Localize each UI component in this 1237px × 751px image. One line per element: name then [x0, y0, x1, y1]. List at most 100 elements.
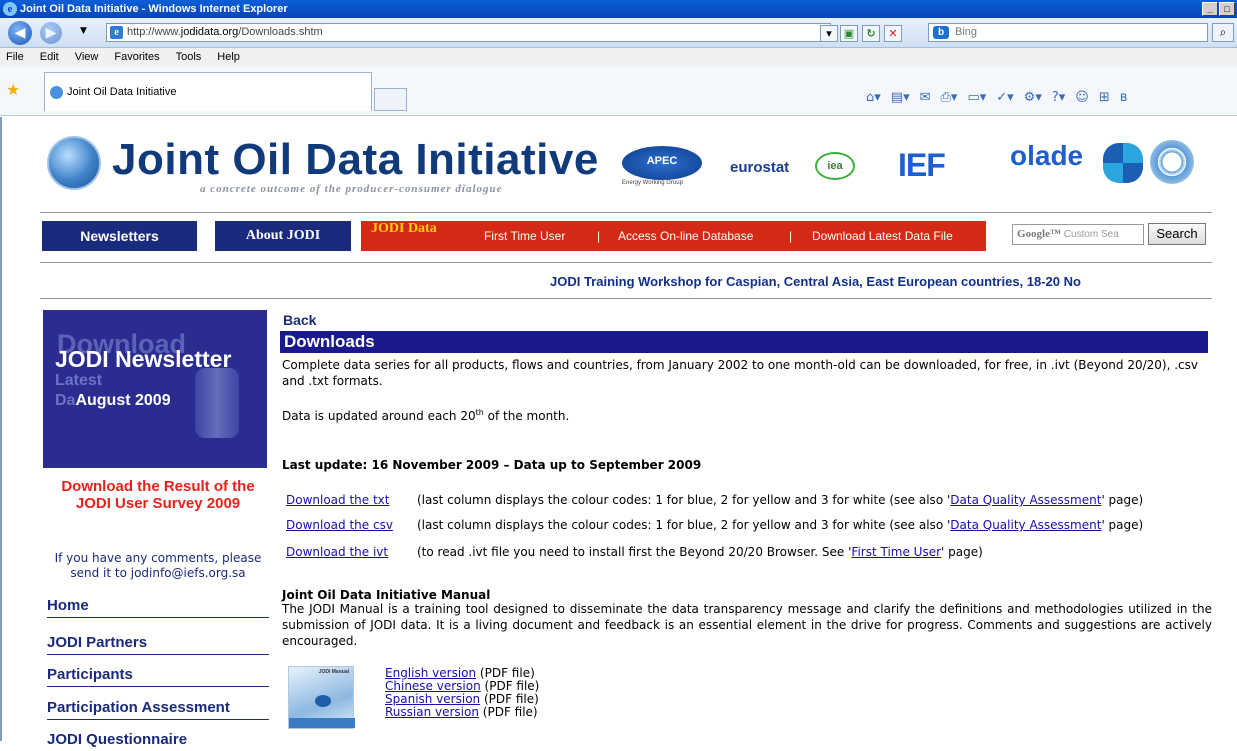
oil-barrel-icon	[195, 368, 239, 438]
new-tab-button[interactable]	[374, 88, 407, 111]
mail-icon[interactable]: ✉	[920, 90, 931, 105]
site-search-input[interactable]: Google™ Custom Sea	[1012, 224, 1144, 245]
forward-arrow-icon[interactable]: ▶	[40, 22, 62, 44]
favorites-star-icon[interactable]: ★	[6, 80, 20, 99]
manual-chinese-link[interactable]: Chinese version	[385, 679, 481, 693]
site-search-button[interactable]: Search	[1148, 223, 1206, 245]
nav-first-time-user[interactable]: First Time User	[484, 221, 565, 251]
menu-file[interactable]: File	[6, 48, 24, 66]
download-ivt-link[interactable]: Download the ivt	[286, 545, 388, 559]
address-input[interactable]: e http://www.jodidata.org/Downloads.shtm	[106, 23, 831, 42]
intro-text: Complete data series for all products, f…	[282, 358, 1199, 388]
olade-logo[interactable]: olade	[1010, 140, 1083, 172]
apec-logo[interactable]: APEC	[622, 146, 702, 180]
manual-description: The JODI Manual is a training tool desig…	[282, 602, 1212, 648]
back-arrow-icon[interactable]: ◀	[8, 21, 32, 45]
address-dropdown-icon[interactable]: ▾	[820, 25, 838, 42]
download-description: (to read .ivt file you need to install f…	[417, 545, 983, 559]
command-bar: ⌂▾ ▤▾ ✉ ⎙▾ ▭▾ ✓▾ ⚙▾ ?▾ ☺ ⊞ ʙ	[866, 90, 1127, 105]
history-dropdown-icon[interactable]: ▼	[80, 26, 87, 36]
data-quality-link[interactable]: Data Quality Assessment	[950, 493, 1101, 507]
sidebar-item-participation-assessment[interactable]: Participation Assessment	[47, 699, 269, 720]
nav-divider	[40, 262, 1212, 263]
research-icon[interactable]: ⊞	[1099, 90, 1110, 105]
nav-about-jodi[interactable]: About JODI	[215, 221, 351, 251]
window-controls: _ □	[1202, 2, 1235, 16]
first-time-user-link[interactable]: First Time User	[851, 545, 941, 559]
newsletter-banner[interactable]: Download JODI Newsletter Latest DaAugust…	[43, 310, 267, 468]
iea-logo[interactable]: iea	[815, 152, 855, 180]
tab-current[interactable]: Joint Oil Data Initiative	[44, 72, 372, 111]
site-logo[interactable]: Joint Oil Data Initiative	[112, 135, 599, 185]
news-ticker[interactable]: JODI Training Workshop for Caspian, Cent…	[550, 274, 1081, 289]
sidebar-item-participants[interactable]: Participants	[47, 666, 269, 687]
menu-view[interactable]: View	[75, 48, 99, 66]
un-logo-icon[interactable]	[1150, 140, 1194, 184]
menu-edit[interactable]: Edit	[40, 48, 59, 66]
update-frequency-text: Data is updated around each 20th of the …	[282, 408, 570, 424]
survey-result-link[interactable]: Download the Result of the JODI User Sur…	[48, 478, 268, 512]
nav-jodi-data-label[interactable]: JODI Data	[371, 221, 437, 237]
google-logo: Google™	[1017, 228, 1061, 240]
download-description: (last column displays the colour codes: …	[417, 518, 1144, 532]
menu-bar: File Edit View Favorites Tools Help	[0, 48, 1237, 66]
window-title: Joint Oil Data Initiative - Windows Inte…	[20, 3, 288, 15]
banner-subtitle: Latest	[55, 372, 103, 389]
opec-logo-icon[interactable]	[1103, 143, 1143, 183]
help-icon[interactable]: ?▾	[1052, 90, 1065, 105]
sidebar-item-questionnaire[interactable]: JODI Questionnaire	[47, 731, 269, 751]
apec-subtitle: Energy Working Group	[622, 180, 683, 186]
list-item: Russian version (PDF file)	[385, 705, 538, 719]
menu-tools[interactable]: Tools	[176, 48, 202, 66]
eurostat-logo[interactable]: eurostat	[730, 159, 789, 176]
search-input[interactable]: b Bing	[928, 23, 1208, 42]
data-quality-link[interactable]: Data Quality Assessment	[950, 518, 1101, 532]
minimize-button[interactable]: _	[1202, 2, 1218, 16]
manual-english-link[interactable]: English version	[385, 666, 476, 680]
sidebar-item-home[interactable]: Home	[47, 597, 269, 618]
ticker-divider	[40, 298, 1212, 299]
compatibility-view-icon[interactable]: ▣	[840, 25, 858, 42]
nav-separator: |	[597, 229, 601, 243]
nav-jodi-data: JODI Data First Time User | Access On-li…	[361, 221, 986, 251]
download-description: (last column displays the colour codes: …	[417, 493, 1144, 507]
manual-cover-strip	[289, 718, 355, 728]
maximize-button[interactable]: □	[1219, 2, 1235, 16]
refresh-icon[interactable]: ↻	[862, 25, 880, 42]
manual-spanish-link[interactable]: Spanish version	[385, 692, 480, 706]
print-icon[interactable]: ⎙▾	[941, 90, 958, 105]
feeds-icon[interactable]: ▤▾	[891, 90, 910, 105]
menu-favorites[interactable]: Favorites	[114, 48, 159, 66]
bing-icon: b	[933, 26, 949, 39]
download-row: Download the csv (last column displays t…	[286, 518, 1143, 532]
manual-cover-image[interactable]: JODI Manual	[288, 666, 355, 729]
stop-icon[interactable]: ✕	[884, 25, 902, 42]
header-divider	[40, 212, 1212, 213]
nav-access-database[interactable]: Access On-line Database	[618, 221, 753, 251]
page-menu-icon[interactable]: ▭▾	[967, 90, 986, 105]
banner-title: JODI Newsletter	[55, 346, 232, 372]
tools-gear-icon[interactable]: ⚙▾	[1024, 90, 1042, 105]
back-link[interactable]: Back	[283, 312, 316, 328]
home-icon[interactable]: ⌂▾	[866, 90, 881, 105]
search-go-icon[interactable]: ⌕	[1212, 23, 1234, 42]
page-icon: e	[110, 26, 123, 39]
menu-help[interactable]: Help	[217, 48, 240, 66]
download-txt-link[interactable]: Download the txt	[286, 493, 389, 507]
manual-title: Joint Oil Data Initiative Manual	[282, 588, 491, 602]
address-toolbar: ◀ ▶ ▼ e http://www.jodidata.org/Download…	[0, 18, 1237, 48]
download-row: Download the txt (last column displays t…	[286, 493, 1143, 507]
manual-cover-label: JODI Manual	[318, 669, 349, 675]
ief-logo[interactable]: IEF	[898, 147, 946, 184]
nav-download-latest[interactable]: Download Latest Data File	[812, 221, 953, 251]
bluetooth-icon[interactable]: ʙ	[1120, 90, 1128, 105]
nav-newsletters[interactable]: Newsletters	[42, 221, 197, 251]
page-title: Downloads	[280, 331, 1208, 353]
messenger-icon[interactable]: ☺	[1075, 90, 1089, 105]
sidebar-item-partners[interactable]: JODI Partners	[47, 634, 269, 655]
tab-bar: ★ Joint Oil Data Initiative ⌂▾ ▤▾ ✉ ⎙▾ ▭…	[0, 66, 1237, 116]
safety-icon[interactable]: ✓▾	[996, 90, 1013, 105]
nav-separator: |	[789, 229, 793, 243]
download-csv-link[interactable]: Download the csv	[286, 518, 393, 532]
manual-russian-link[interactable]: Russian version	[385, 705, 479, 719]
